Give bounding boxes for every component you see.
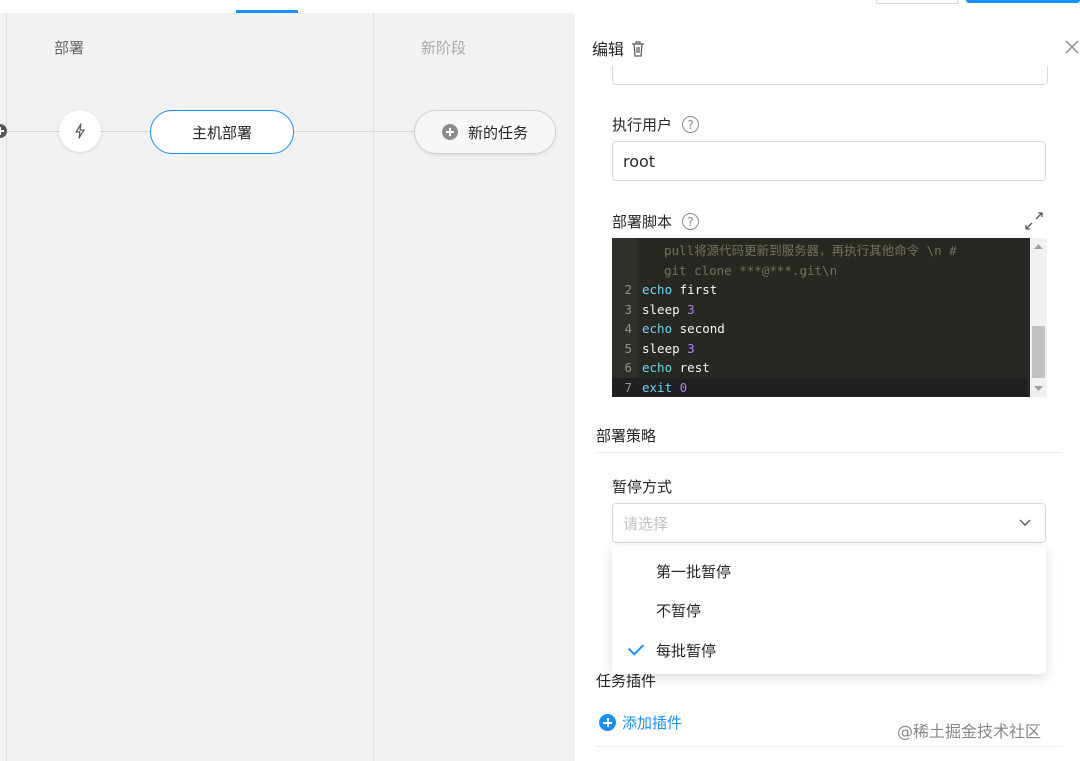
connector-line — [7, 131, 59, 132]
option-label: 每批暂停 — [656, 642, 717, 660]
new-task-button[interactable]: 新的任务 — [414, 110, 556, 154]
top-primary-button[interactable] — [966, 0, 1080, 3]
pause-mode-label: 暂停方式 — [612, 476, 672, 497]
trash-icon[interactable] — [630, 40, 646, 57]
panel-title: 编辑 — [592, 36, 646, 60]
edit-panel: 编辑 执行用户 ? root 部署脚本 ? pull将源代码更新到服务器，再执行… — [575, 0, 1080, 761]
option-label: 不暂停 — [656, 602, 702, 620]
code-line: 2 echo first — [624, 282, 718, 297]
chevron-down-icon — [1019, 519, 1031, 526]
lightning-icon — [75, 123, 85, 139]
pause-mode-select[interactable]: 请选择 — [612, 503, 1046, 543]
fullscreen-icon[interactable] — [1023, 210, 1045, 232]
plus-circle-icon — [599, 714, 616, 731]
pause-mode-label-text: 暂停方式 — [612, 478, 673, 496]
previous-field-input[interactable] — [612, 66, 1048, 85]
close-icon[interactable] — [1063, 38, 1080, 56]
option-every-batch-pause[interactable]: 每批暂停 — [612, 631, 1046, 670]
top-secondary-button[interactable] — [876, 0, 958, 4]
stage-title-deploy: 部署 — [54, 39, 85, 57]
pause-mode-dropdown: 第一批暂停 不暂停 每批暂停 — [612, 546, 1046, 674]
section-divider — [596, 746, 1061, 747]
panel-title-text: 编辑 — [592, 40, 625, 59]
new-task-label: 新的任务 — [467, 123, 528, 142]
stage-title-new: 新阶段 — [421, 39, 467, 57]
connector-line — [292, 131, 414, 132]
panel-header — [575, 0, 1080, 66]
deploy-script-label: 部署脚本 ? — [612, 211, 700, 232]
select-placeholder: 请选择 — [623, 514, 669, 533]
check-icon — [627, 639, 645, 656]
code-line: 5 sleep 3 — [624, 340, 695, 356]
task-node-label: 主机部署 — [191, 123, 252, 142]
exec-user-input[interactable]: root — [612, 141, 1046, 181]
stage-divider — [373, 13, 374, 761]
code-comment-line: pull将源代码更新到服务器，再执行其他命令 \n # — [664, 243, 957, 258]
code-line: 6 echo rest — [624, 360, 710, 375]
code-line: 3 sleep 3 — [624, 301, 695, 317]
stage-divider — [6, 13, 7, 761]
plus-circle-icon — [441, 124, 458, 140]
add-plugin-button[interactable]: 添加插件 — [599, 712, 682, 733]
option-label: 第一批暂停 — [656, 563, 732, 581]
deploy-script-label-text: 部署脚本 — [612, 213, 673, 231]
code-editor[interactable]: pull将源代码更新到服务器，再执行其他命令 \n # git clone **… — [612, 238, 1047, 397]
exec-user-value: root — [623, 151, 656, 171]
scroll-down-icon[interactable] — [1033, 385, 1044, 393]
trigger-node[interactable] — [59, 110, 101, 152]
code-line-active: 7 exit 0 — [612, 377, 1027, 397]
watermark: @稀土掘金技术社区 — [897, 722, 1042, 741]
section-divider — [596, 452, 1061, 453]
code-line: 4 echo second — [624, 321, 725, 336]
active-tab-indicator — [236, 10, 298, 13]
pipeline-canvas: 部署 新阶段 主机部署 新的任务 — [0, 0, 575, 761]
exec-user-label: 执行用户 ? — [612, 114, 700, 135]
exec-user-label-text: 执行用户 — [612, 116, 673, 134]
connector-line — [101, 131, 150, 132]
editor-scroll-thumb[interactable] — [1032, 326, 1045, 378]
add-plugin-label: 添加插件 — [622, 714, 683, 732]
option-no-pause[interactable]: 不暂停 — [612, 591, 1046, 630]
code-comment-line: git clone ***@***.git\n — [664, 262, 838, 278]
help-icon[interactable]: ? — [682, 213, 700, 230]
scroll-up-icon[interactable] — [1033, 242, 1044, 250]
help-icon[interactable]: ? — [682, 116, 700, 133]
task-node-host-deploy[interactable]: 主机部署 — [150, 110, 294, 154]
strategy-section-title: 部署策略 — [596, 427, 657, 445]
option-first-batch-pause[interactable]: 第一批暂停 — [612, 552, 1046, 591]
